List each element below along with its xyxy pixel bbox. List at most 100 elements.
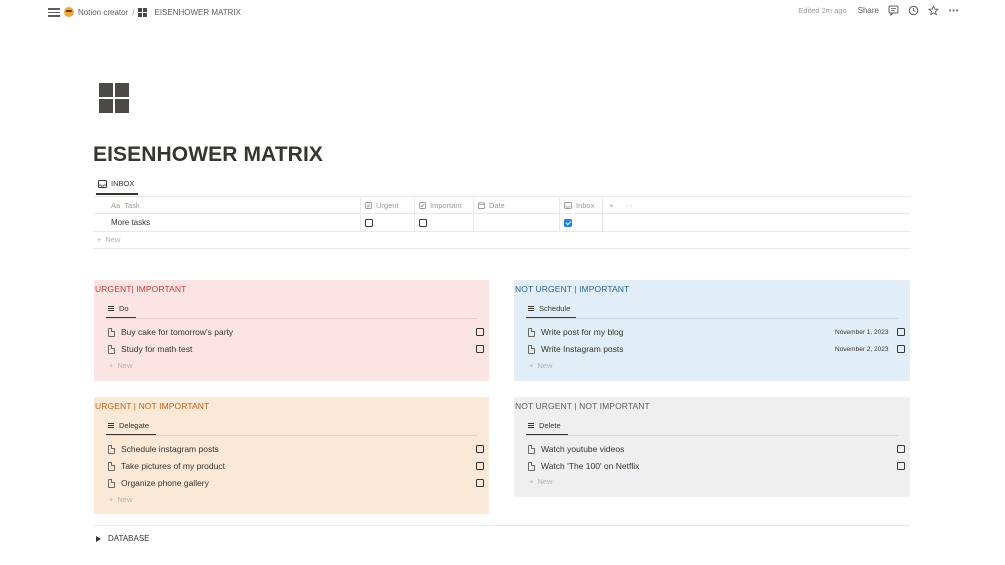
new-item-button[interactable]: + New (109, 495, 132, 504)
list-item[interactable]: Write post for my blog (528, 327, 624, 337)
column-label: Important (430, 200, 462, 210)
inbox-checkbox[interactable] (564, 218, 572, 227)
list-item[interactable]: Write Instagram posts (528, 344, 624, 354)
menu-icon[interactable] (48, 6, 60, 18)
toggle-label: DATABASE (108, 534, 150, 543)
item-checkbox[interactable] (476, 328, 484, 336)
quadrant-urgent-important: URGENT| IMPORTANT Do Buy cake for tomorr… (94, 280, 489, 381)
list-icon (108, 423, 114, 428)
item-title: Watch 'The 100' on Netflix (541, 461, 640, 471)
new-item-button[interactable]: + New (109, 361, 132, 370)
list-icon (108, 306, 114, 311)
item-checkbox[interactable] (897, 462, 905, 470)
breadcrumb-item-notion-creator[interactable]: Notion creator (64, 7, 128, 17)
page-icon-grid-icon[interactable] (99, 83, 129, 113)
view-tab-delete[interactable]: Delete (528, 421, 561, 430)
page-icon (108, 461, 115, 471)
cell-task[interactable]: More tasks (93, 214, 361, 231)
comment-icon[interactable] (888, 5, 899, 16)
item-checkbox[interactable] (476, 462, 484, 470)
column-header-task[interactable]: Aa Task (93, 197, 361, 213)
item-checkbox[interactable] (897, 445, 905, 453)
important-checkbox[interactable] (419, 218, 427, 227)
cell-empty (603, 214, 643, 231)
list-item[interactable]: Schedule instagram posts (108, 444, 219, 454)
quadrant-title: URGENT | NOT IMPORTANT (95, 401, 210, 411)
item-title: Write Instagram posts (541, 344, 624, 354)
view-tab-inbox[interactable]: INBOX (98, 179, 134, 188)
column-header-important[interactable]: Important (415, 197, 474, 213)
list-item[interactable]: Organize phone gallery (108, 478, 209, 488)
quadrant-title: NOT URGENT | IMPORTANT (515, 284, 630, 294)
breadcrumb-separator: / (132, 7, 135, 17)
add-property-button[interactable]: + (609, 201, 613, 210)
list-item[interactable]: Watch youtube videos (528, 444, 624, 454)
list-item[interactable]: Study for math test (108, 344, 192, 354)
breadcrumb: Notion creator / EISENHOWER MATRIX (64, 7, 241, 17)
breadcrumb-item-eisenhower-matrix[interactable]: EISENHOWER MATRIX (138, 7, 241, 17)
view-tab-schedule[interactable]: Schedule (528, 304, 570, 313)
share-button[interactable]: Share (858, 6, 879, 15)
toggle-database[interactable]: DATABASE (96, 534, 150, 543)
clock-icon[interactable] (908, 5, 919, 16)
plus-icon: + (529, 477, 534, 486)
new-label: New (537, 477, 553, 486)
more-options-button[interactable]: ··· (625, 201, 633, 210)
cell-date[interactable] (474, 214, 560, 231)
text-property-icon: Aa (111, 200, 121, 210)
item-checkbox[interactable] (476, 445, 484, 453)
plus-icon: + (529, 361, 534, 370)
column-header-date[interactable]: Date (474, 197, 560, 213)
star-icon[interactable] (928, 5, 939, 16)
new-label: New (117, 495, 133, 504)
view-tab-label: Schedule (539, 304, 571, 313)
item-checkbox[interactable] (897, 328, 905, 336)
item-date: November 1, 2023 (835, 329, 889, 336)
divider (93, 525, 910, 526)
emoji-face-icon (64, 7, 74, 17)
quadrant-urgent-not-important: URGENT | NOT IMPORTANT Delegate Schedule… (94, 397, 489, 514)
item-title: Organize phone gallery (121, 478, 209, 488)
quadrant-not-urgent-important: NOT URGENT | IMPORTANT Schedule Write po… (514, 280, 910, 381)
plus-icon: + (97, 235, 102, 244)
page-icon (108, 327, 115, 337)
view-tab-do[interactable]: Do (108, 304, 129, 313)
page-icon (108, 444, 115, 454)
page-icon (108, 478, 115, 488)
quadrant-title: URGENT| IMPORTANT (95, 284, 187, 294)
list-item[interactable]: Buy cake for tomorrow's party (108, 327, 233, 337)
triangle-right-icon[interactable] (96, 535, 101, 542)
view-tab-label: Delete (539, 421, 561, 430)
new-label: New (117, 361, 133, 370)
grid-icon (138, 7, 148, 17)
checkbox-property-icon (365, 201, 372, 209)
new-label: New (537, 361, 553, 370)
table-row[interactable]: More tasks (93, 214, 910, 231)
column-label: Inbox (576, 200, 595, 210)
urgent-checkbox[interactable] (365, 218, 373, 227)
edited-timestamp: Edited 2m ago (798, 6, 847, 15)
column-header-inbox[interactable]: Inbox (560, 197, 603, 213)
quadrant-title: NOT URGENT | NOT IMPORTANT (515, 401, 650, 411)
page-icon (528, 344, 535, 354)
top-actions: Edited 2m ago Share (798, 5, 959, 16)
column-header-urgent[interactable]: Urgent (361, 197, 415, 213)
more-icon[interactable] (948, 5, 959, 16)
item-checkbox[interactable] (476, 345, 484, 353)
new-item-button[interactable]: + New (529, 361, 552, 370)
page-icon (528, 444, 535, 454)
divider (526, 435, 898, 436)
item-checkbox[interactable] (897, 345, 905, 353)
new-item-button[interactable]: + New (529, 477, 552, 486)
inbox-icon (98, 179, 107, 188)
page-icon (108, 344, 115, 354)
new-row-button[interactable]: + New (97, 235, 120, 244)
inbox-icon (564, 201, 572, 209)
item-title: Take pictures of my product (121, 461, 225, 471)
view-tab-delegate[interactable]: Delegate (108, 421, 149, 430)
table-header: Aa Task Urgent Important Date Inbox + ··… (93, 197, 910, 213)
page-title[interactable]: EISENHOWER MATRIX (93, 143, 323, 167)
item-checkbox[interactable] (476, 479, 484, 487)
list-item[interactable]: Take pictures of my product (108, 461, 225, 471)
list-item[interactable]: Watch 'The 100' on Netflix (528, 461, 639, 471)
